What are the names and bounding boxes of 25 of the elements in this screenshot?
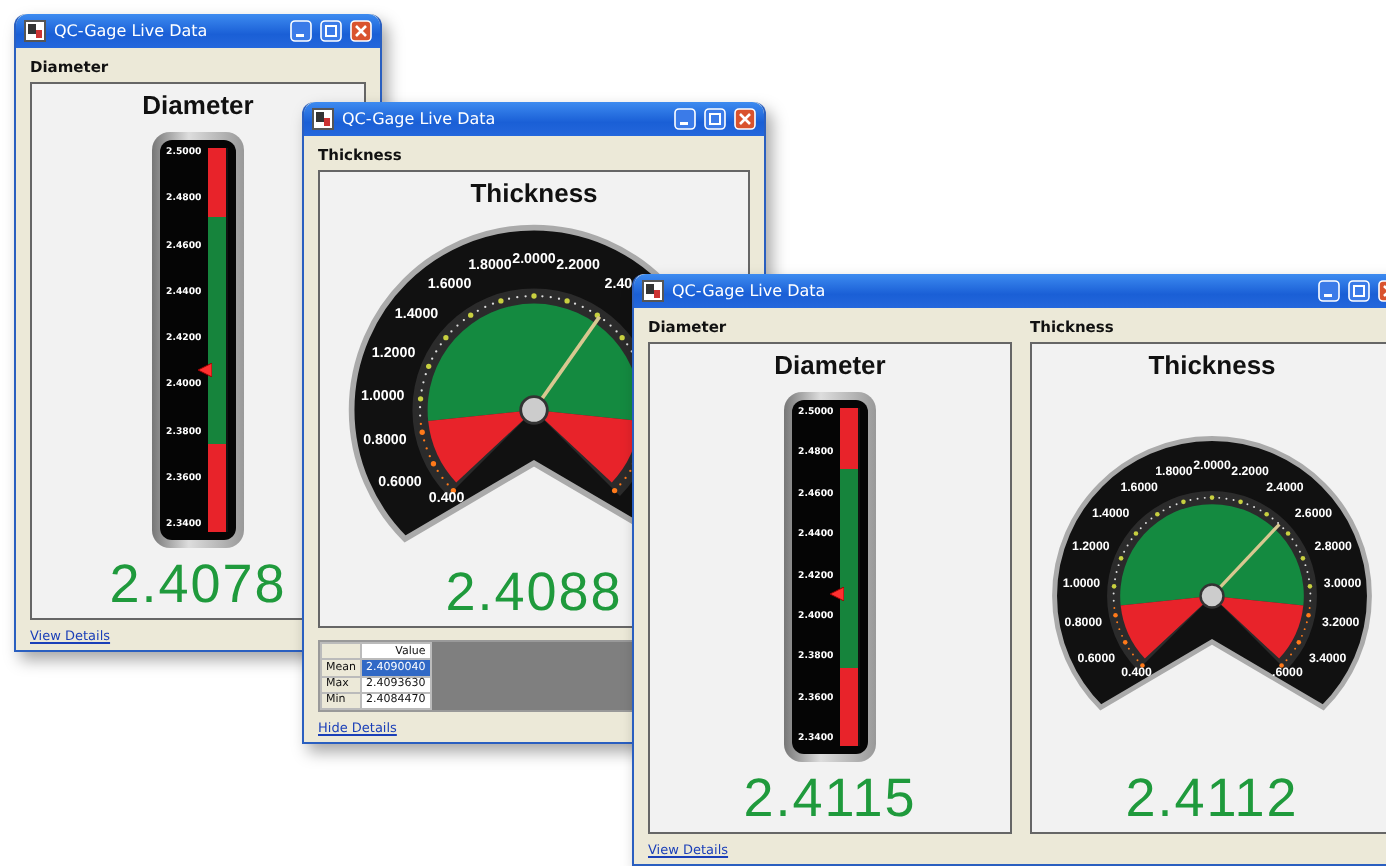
app-icon [312,108,334,130]
minimize-icon[interactable] [1318,280,1340,302]
gauge-title: Diameter [142,88,254,124]
app-icon [24,20,46,42]
table-corner [321,643,361,660]
gauge-title: Thickness [1148,348,1276,384]
maximize-icon[interactable] [1348,280,1370,302]
maximize-icon[interactable] [320,20,342,42]
minimize-icon[interactable] [290,20,312,42]
app-icon [642,280,664,302]
minimize-icon[interactable] [674,108,696,130]
needle-hub [519,396,549,426]
gauge-title: Thickness [470,176,598,212]
window-title: QC-Gage Live Data [672,282,828,300]
digital-readout: 2.4078 [109,552,287,618]
window-title: QC-Gage Live Data [54,22,210,40]
close-icon[interactable] [734,108,756,130]
gauge-title: Diameter [774,348,886,384]
maximize-icon[interactable] [704,108,726,130]
digital-readout: 2.4088 [445,560,623,626]
digital-readout: 2.4112 [1125,766,1299,832]
window-title: QC-Gage Live Data [342,110,498,128]
close-icon[interactable] [350,20,372,42]
digital-readout: 2.4115 [743,766,917,832]
needle-hub [1199,583,1225,610]
